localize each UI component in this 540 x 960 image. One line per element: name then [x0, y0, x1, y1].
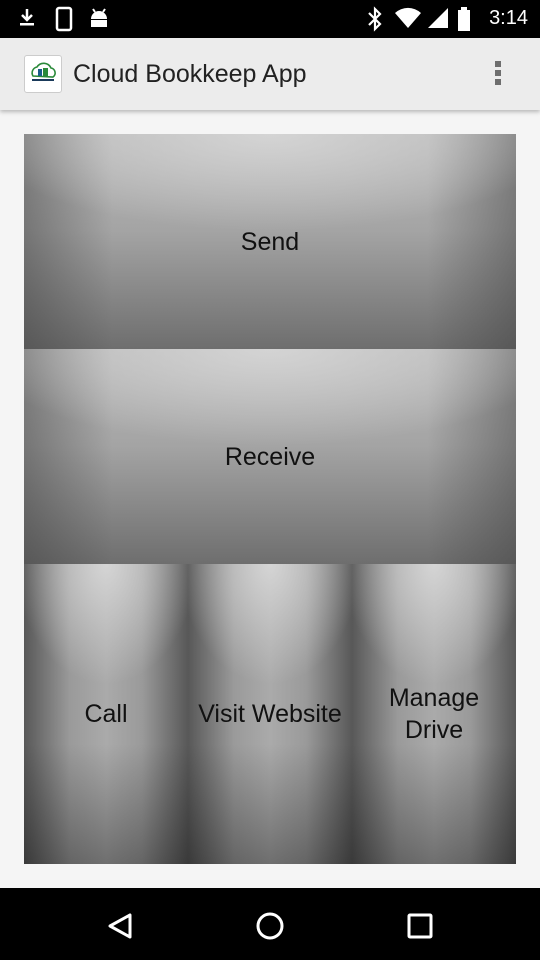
receive-button-label: Receive	[224, 442, 316, 471]
overflow-menu-icon[interactable]	[486, 58, 510, 92]
bluetooth-icon	[368, 6, 382, 32]
visit-website-button[interactable]: Visit Website	[188, 564, 352, 864]
app-title: Cloud Bookkeep App	[73, 60, 307, 88]
recents-icon[interactable]	[400, 906, 440, 946]
manage-drive-line-1: Manage	[388, 684, 480, 712]
button-panel: Send Receive Call Visit Website Manage D…	[24, 134, 516, 864]
back-icon[interactable]	[100, 906, 140, 946]
status-bar: 3:14	[0, 0, 540, 38]
call-button-label: Call	[84, 700, 128, 728]
action-bar: Cloud Bookkeep App	[0, 38, 540, 110]
home-icon[interactable]	[250, 906, 290, 946]
visit-website-button-label: Visit Website	[198, 700, 342, 728]
receive-button[interactable]: Receive	[24, 349, 516, 564]
call-button[interactable]: Call	[24, 564, 188, 864]
send-button-label: Send	[240, 227, 300, 256]
manage-drive-button-label: Manage Drive	[389, 682, 479, 746]
download-icon	[20, 9, 34, 26]
wifi-icon	[395, 7, 421, 29]
phone-icon	[55, 6, 73, 32]
battery-icon	[458, 7, 470, 31]
manage-drive-button[interactable]: Manage Drive	[352, 564, 516, 864]
app-logo-icon	[24, 55, 62, 93]
android-icon	[91, 8, 107, 27]
manage-drive-line-2: Drive	[404, 716, 464, 744]
send-button[interactable]: Send	[24, 134, 516, 349]
signal-icon	[428, 8, 448, 28]
status-time: 3:14	[489, 7, 528, 29]
navigation-bar	[0, 888, 540, 960]
